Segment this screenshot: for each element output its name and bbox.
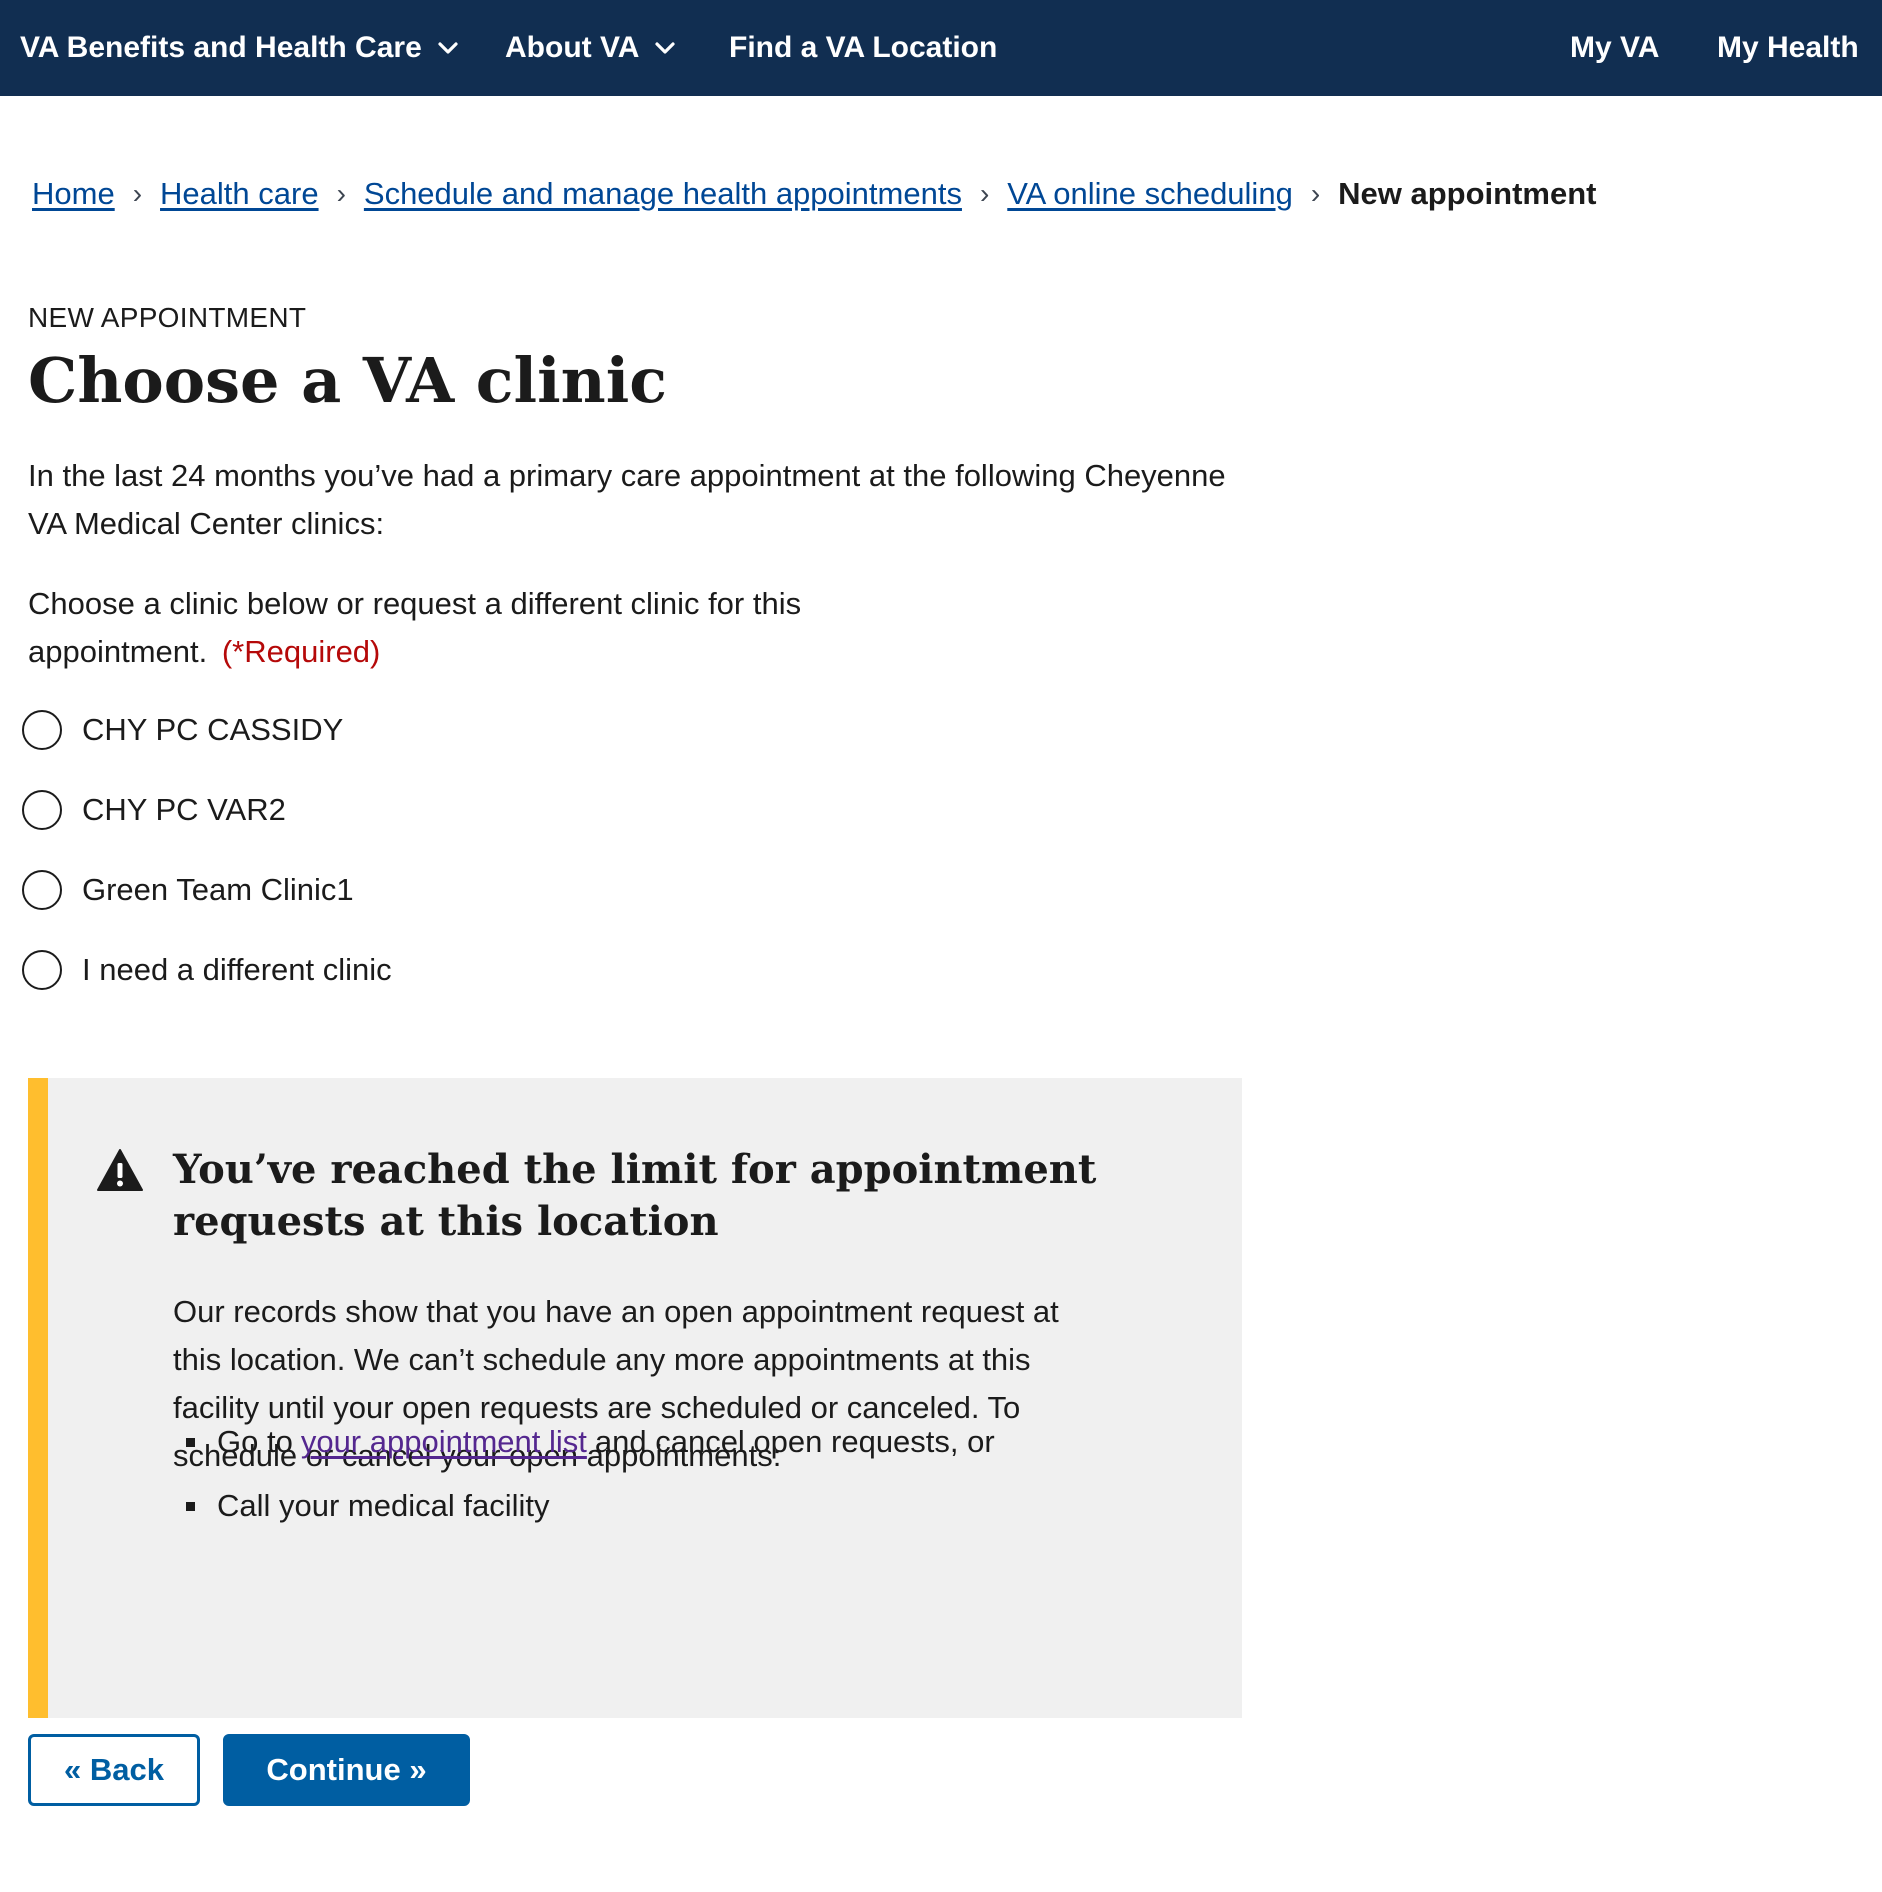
- breadcrumb-health-care-link[interactable]: Health care: [160, 176, 319, 212]
- top-navigation: VA Benefits and Health Care About VA Fin…: [0, 0, 1882, 96]
- nav-find-location-link[interactable]: Find a VA Location: [729, 0, 997, 96]
- breadcrumb-separator: ›: [336, 178, 346, 209]
- nav-my-health-label: My Health: [1717, 31, 1859, 64]
- nav-my-va-label: My VA: [1570, 31, 1660, 64]
- radio-button[interactable]: [22, 710, 62, 750]
- breadcrumb-separator: ›: [979, 178, 990, 209]
- breadcrumb-online-scheduling-link[interactable]: VA online scheduling: [1007, 176, 1293, 212]
- warning-alert: You’ve reached the limit for appointment…: [28, 1078, 1242, 1718]
- radio-button[interactable]: [22, 950, 62, 990]
- bullet-text-suffix: and cancel open requests, or: [594, 1424, 995, 1459]
- warning-triangle-icon: [97, 1149, 143, 1191]
- intro-text: In the last 24 months you’ve had a prima…: [28, 458, 1226, 541]
- clinic-prompt-text: Choose a clinic below or request a diffe…: [28, 586, 802, 669]
- alert-heading: You’ve reached the limit for appointment…: [173, 1146, 1097, 1245]
- clinic-option-label: Green Team Clinic1: [82, 872, 354, 907]
- appointment-list-link[interactable]: your appointment list: [301, 1424, 587, 1460]
- clinic-prompt: Choose a clinic below or request a diffe…: [28, 580, 828, 676]
- nav-find-label: Find a VA Location: [729, 31, 998, 64]
- radio-button[interactable]: [22, 870, 62, 910]
- clinic-option-label: CHY PC VAR2: [82, 792, 286, 827]
- page-title: Choose a VA clinic: [28, 344, 668, 417]
- clinic-option-different[interactable]: I need a different clinic: [22, 949, 392, 991]
- breadcrumb-separator: ›: [1310, 178, 1321, 209]
- alert-list-item: Call your medical facility: [186, 1488, 550, 1524]
- breadcrumb-current: New appointment: [1338, 176, 1597, 211]
- clinic-option-label: CHY PC CASSIDY: [82, 712, 344, 747]
- clinic-option[interactable]: Green Team Clinic1: [22, 869, 354, 911]
- breadcrumb: Home › Health care › Schedule and manage…: [32, 176, 1596, 212]
- bullet-marker: [186, 1437, 195, 1447]
- nav-benefits-menu[interactable]: VA Benefits and Health Care: [20, 0, 460, 96]
- nav-my-health-link[interactable]: My Health: [1717, 0, 1859, 96]
- alert-list-item: Go to your appointment list and cancel o…: [186, 1424, 995, 1460]
- clinic-option-label: I need a different clinic: [82, 952, 392, 987]
- clinic-option[interactable]: CHY PC CASSIDY: [22, 709, 343, 751]
- nav-about-menu[interactable]: About VA: [505, 0, 677, 96]
- breadcrumb-schedule-link[interactable]: Schedule and manage health appointments: [364, 176, 962, 212]
- breadcrumb-home-link[interactable]: Home: [32, 176, 115, 212]
- breadcrumb-separator: ›: [132, 178, 143, 209]
- page-eyebrow: NEW APPOINTMENT: [28, 302, 307, 333]
- bullet-text-prefix: Go to: [217, 1424, 293, 1459]
- required-label: (*Required): [221, 634, 381, 669]
- bullet-text: Call your medical facility: [217, 1488, 550, 1523]
- alert-accent-bar: [28, 1078, 48, 1718]
- nav-about-label: About VA: [505, 31, 640, 64]
- nav-my-va-link[interactable]: My VA: [1570, 0, 1659, 96]
- continue-button[interactable]: Continue »: [223, 1734, 470, 1806]
- nav-benefits-label: VA Benefits and Health Care: [20, 31, 422, 64]
- radio-button[interactable]: [22, 790, 62, 830]
- chevron-down-icon: [438, 42, 458, 54]
- chevron-down-icon: [655, 42, 676, 54]
- back-button[interactable]: « Back: [28, 1734, 200, 1806]
- bullet-marker: [186, 1501, 195, 1511]
- clinic-option[interactable]: CHY PC VAR2: [22, 789, 286, 831]
